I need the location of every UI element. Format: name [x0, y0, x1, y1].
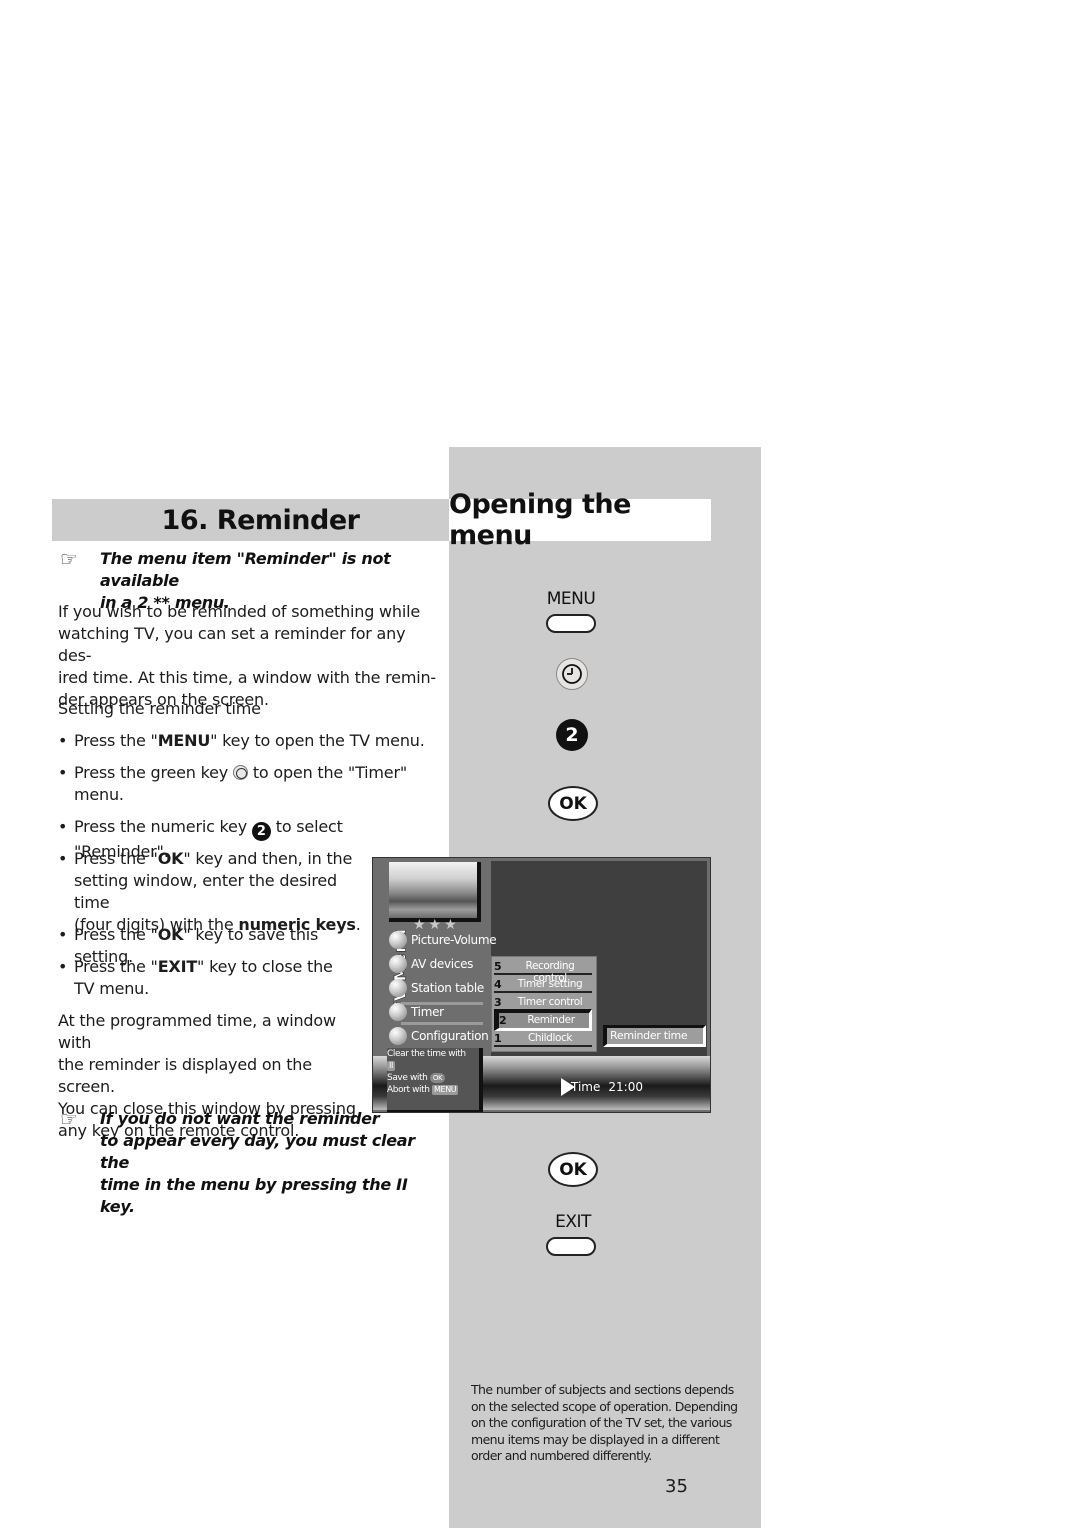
menu-item-picture-volume[interactable]: Picture-Volume [389, 931, 497, 949]
menu-key-badge: MENU [432, 1085, 459, 1095]
clear-time-note: If you do not want the reminder to appea… [100, 1108, 445, 1218]
menu-ball-icon [389, 979, 407, 997]
menu-ball-icon [389, 1003, 407, 1021]
text-line: the reminder is displayed on the screen. [58, 1055, 312, 1096]
reminder-time-field[interactable]: Reminder time [603, 1025, 706, 1047]
text-line: ired time. At this time, a window with t… [58, 668, 436, 687]
time-value: 21:00 [608, 1080, 643, 1094]
text-line: The number of subjects and sections depe… [471, 1382, 734, 1397]
pause-key-badge: II [387, 1061, 395, 1071]
subsection-header: Opening the menu [449, 489, 711, 551]
submenu-item-childlock[interactable]: 1 Childlock [494, 1031, 592, 1047]
step-list: • Press the "MENU" key to open the TV me… [52, 730, 442, 752]
submenu-item-reminder[interactable]: 2 Reminder [494, 1009, 592, 1031]
step-item: • Press the green key to open the "Timer… [52, 762, 442, 806]
exit-key-label: EXIT [555, 1212, 591, 1232]
key-name: OK [157, 925, 184, 944]
pointing-hand-icon: ☞ [60, 1107, 78, 1131]
key-name: OK [157, 849, 184, 868]
note-line: The menu item "Reminder" is not availabl… [100, 549, 391, 590]
exit-key[interactable] [546, 1237, 596, 1256]
intro-paragraph: If you wish to be reminded of something … [58, 601, 443, 711]
ok-key[interactable]: OK [548, 786, 598, 821]
bullet: • [58, 731, 68, 750]
ok-key-save[interactable]: OK [548, 1152, 598, 1187]
bullet: • [58, 763, 68, 782]
clock-icon [562, 664, 582, 684]
text-line: menu. [74, 785, 124, 804]
text-line: At the programmed time, a window with [58, 1011, 336, 1052]
menu-key[interactable] [546, 614, 596, 633]
menu-ball-icon [389, 955, 407, 973]
submenu-item-recording-control[interactable]: 5 Recording control [494, 959, 592, 984]
number-key-icon: 2 [251, 822, 271, 841]
note-line: to appear every day, you must clear the [100, 1131, 415, 1172]
pointing-hand-icon: ☞ [60, 547, 78, 571]
text-line: on the configuration of the TV set, the … [471, 1415, 732, 1430]
menu-key-label: MENU [546, 589, 596, 609]
note-line: time in the menu by pressing the II key. [100, 1175, 408, 1216]
time-display: Time 21:00 [561, 1078, 643, 1096]
section-subtitle: Setting the reminder time [58, 699, 261, 718]
section-title: 16. Reminder [161, 504, 360, 536]
footnote: The number of subjects and sections depe… [471, 1382, 741, 1465]
text-line: TV menu. [74, 979, 150, 998]
timer-submenu: 5 Recording control 4 Timer setting 3 Ti… [491, 956, 597, 1052]
submenu-item-timer-setting[interactable]: 4 Timer setting [494, 977, 592, 993]
step-item: • Press the "MENU" key to open the TV me… [52, 730, 442, 752]
key-name: MENU [157, 731, 211, 750]
menu-ball-icon [389, 931, 407, 949]
menu-item-av-devices[interactable]: AV devices [389, 955, 473, 973]
numeric-key-2[interactable]: 2 [556, 719, 588, 751]
section-header-bar: 16. Reminder [52, 499, 449, 541]
text-line: order and numbered differently. [471, 1448, 652, 1463]
page-number: 35 [665, 1476, 688, 1497]
step-item: • Press the "OK" key and then, in the se… [52, 848, 372, 936]
bullet: • [58, 957, 68, 976]
timer-green-key[interactable] [556, 658, 588, 690]
selection-bar [401, 1022, 483, 1025]
text-line: If you wish to be reminded of something … [58, 602, 421, 621]
text-line: menu items may be displayed in a differe… [471, 1431, 720, 1447]
menu-item-configuration[interactable]: Configuration [389, 1027, 489, 1045]
text-line: on the selected scope of operation. Depe… [471, 1398, 738, 1414]
subsection-title: Opening the menu [449, 489, 631, 551]
ok-key-badge: OK [429, 1073, 446, 1083]
text-line: watching TV, you can set a reminder for … [58, 624, 406, 665]
tv-menu-screenshot: ★★★ TV-Menu Picture-Volume AV devices St… [372, 857, 711, 1113]
key-name: EXIT [157, 957, 198, 976]
text-line: setting window, enter the desired time [74, 871, 337, 912]
bullet: • [58, 849, 68, 868]
menu-item-timer[interactable]: Timer [389, 1003, 444, 1021]
preview-thumbnail [389, 862, 481, 922]
menu-item-station-table[interactable]: Station table [389, 979, 484, 997]
help-box: Clear the time with II Save with OK Abor… [387, 1048, 483, 1112]
clock-icon [232, 765, 248, 780]
menu-ball-icon [389, 1027, 407, 1045]
step-item: • Press the "EXIT" key to close the TV m… [52, 956, 372, 1000]
